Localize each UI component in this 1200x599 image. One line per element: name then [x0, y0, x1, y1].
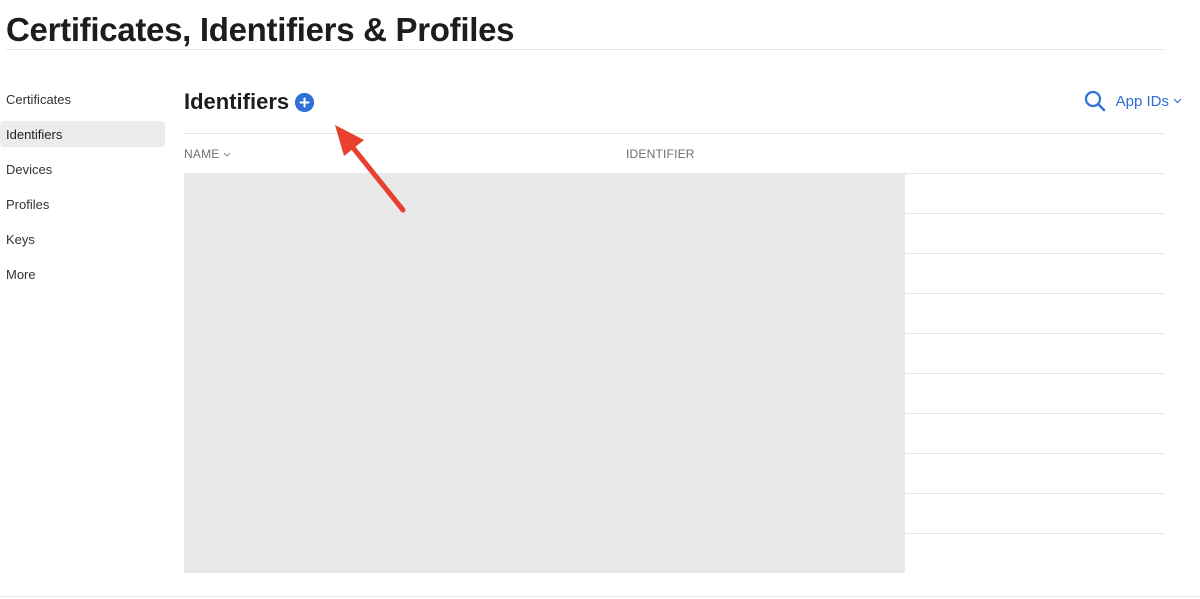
- redacted-table-content: [184, 173, 905, 573]
- type-filter-label: App IDs: [1115, 92, 1169, 110]
- sidebar-item-identifiers[interactable]: Identifiers: [0, 121, 165, 147]
- section-header: Identifiers: [184, 87, 315, 117]
- type-filter-dropdown[interactable]: App IDs: [1116, 93, 1182, 110]
- search-icon[interactable]: [1084, 90, 1106, 112]
- add-identifier-button[interactable]: [295, 92, 315, 112]
- column-header-name-label: NAME: [184, 147, 220, 161]
- sidebar-item-devices[interactable]: Devices: [0, 156, 165, 182]
- sidebar: Certificates Identifiers Devices Profile…: [0, 86, 165, 296]
- developer-portal-page: Certificates, Identifiers & Profiles Cer…: [0, 0, 1200, 599]
- sidebar-item-profiles[interactable]: Profiles: [0, 191, 165, 217]
- filter-area: App IDs: [1084, 90, 1182, 112]
- page-title: Certificates, Identifiers & Profiles: [6, 11, 515, 48]
- footer-divider: [0, 596, 1200, 597]
- title-divider: [6, 49, 1164, 50]
- plus-circle-icon: [295, 92, 315, 112]
- column-header-name[interactable]: NAME: [184, 147, 231, 161]
- sidebar-item-certificates[interactable]: Certificates: [0, 86, 165, 112]
- section-title: Identifiers: [184, 89, 290, 114]
- chevron-down-icon: [1173, 98, 1182, 104]
- annotation-arrow: [335, 125, 406, 213]
- column-header-identifier: IDENTIFIER: [626, 147, 695, 161]
- sidebar-item-more[interactable]: More: [0, 261, 165, 287]
- chevron-down-icon: [223, 152, 231, 157]
- sidebar-item-keys[interactable]: Keys: [0, 226, 165, 252]
